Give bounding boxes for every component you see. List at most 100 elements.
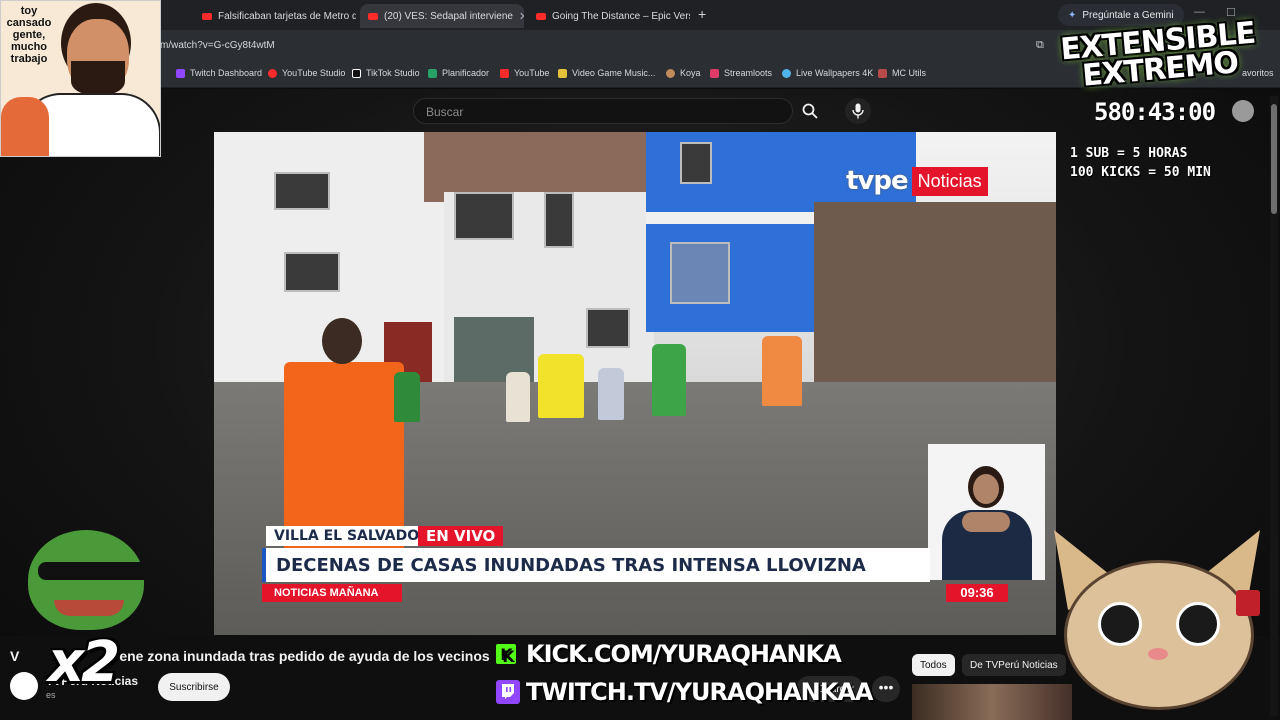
bookmark-item[interactable]: MC Utils <box>878 68 926 78</box>
streamloots-icon <box>710 68 719 78</box>
worker-head <box>322 318 362 364</box>
bookmark-label: Planificador <box>442 68 490 78</box>
subathon-rules: 1 SUB = 5 HORAS 100 KICKS = 50 MIN <box>1070 144 1211 182</box>
bookmark-label: Twitch Dashboard <box>190 68 263 78</box>
bookmark-item[interactable]: Planificador <box>428 68 489 78</box>
tab-label: Going The Distance – Epic Vers <box>552 10 690 22</box>
bookmark-label: YouTube <box>514 68 550 78</box>
bookmark-item[interactable]: Streamloots <box>710 68 772 78</box>
minimize-icon[interactable]: — <box>1194 6 1205 18</box>
gemini-icon: ✦ <box>1068 9 1077 21</box>
bookmark-item[interactable]: Video Game Music... <box>558 68 655 78</box>
twitch-icon <box>176 68 185 78</box>
youtube-icon <box>500 68 509 78</box>
recommended-video-thumbnail[interactable] <box>912 684 1072 720</box>
sign-language-interpreter <box>928 444 1045 580</box>
cat-nose <box>1148 648 1168 660</box>
bookmark-label: Video Game Music... <box>572 68 656 78</box>
browser-tab[interactable]: Going The Distance – Epic Vers ✕ <box>528 4 690 28</box>
youtube-icon <box>536 12 546 20</box>
cat-eye-left <box>1098 602 1142 646</box>
window <box>274 172 330 210</box>
close-icon[interactable]: ✕ <box>519 10 524 23</box>
news-headline: DECENAS DE CASAS INUNDADAS TRAS INTENSA … <box>262 548 930 582</box>
bookmark-label: YouTube Studio <box>282 68 346 78</box>
broadcast-clock: 09:36 <box>946 584 1008 602</box>
pepe-mouth <box>54 600 124 616</box>
twitch-url: TWITCH.TV/YURAQHANKAA <box>526 678 873 706</box>
url-text[interactable]: m/watch?v=G-cGy8t4wtM <box>160 40 275 51</box>
bookmark-label: MC Utils <box>892 68 926 78</box>
browser-tab-bar: Falsificaban tarjetas de Metro d ✕ (20) … <box>0 0 1280 30</box>
worker-orange-shirt <box>762 336 802 406</box>
bookmark-item[interactable]: YouTube Studio <box>268 68 345 78</box>
worker <box>598 368 624 420</box>
search-icon <box>802 103 818 119</box>
browser-tab-active[interactable]: (20) VES: Sedapal interviene ✕ <box>360 4 524 28</box>
worker-green-vest <box>652 344 686 416</box>
bookmark-label: Streamloots <box>724 68 773 78</box>
youtube-icon <box>368 12 378 20</box>
tvperu-logo: tvpe Noticias <box>846 166 988 196</box>
bookmark-item[interactable]: Koya <box>666 68 701 78</box>
youtube-icon <box>202 12 212 20</box>
cast-icon[interactable]: ⧉ <box>1036 39 1044 52</box>
rule-sub: 1 SUB = 5 HORAS <box>1070 146 1188 161</box>
notification-badge <box>1236 590 1260 616</box>
bookmark-label: Live Wallpapers 4K <box>796 68 874 78</box>
music-icon <box>558 68 567 78</box>
live-badge: EN VIVO <box>418 526 504 546</box>
cat-head <box>1064 560 1254 710</box>
screen: Falsificaban tarjetas de Metro d ✕ (20) … <box>0 0 1280 720</box>
webcam-overlay: toy cansado gente, mucho trabajo <box>0 0 161 157</box>
cat-mascot <box>1050 530 1264 720</box>
sunglasses-icon <box>38 562 156 580</box>
multiplier-badge: x2 <box>48 630 120 695</box>
voice-search-button[interactable] <box>845 98 871 124</box>
cat-eye-right <box>1176 602 1220 646</box>
scrollbar-thumb[interactable] <box>1271 104 1277 214</box>
search-input[interactable]: Buscar <box>413 98 793 124</box>
search-button[interactable] <box>793 98 827 124</box>
kick-link-overlay: K KICK.COM/YURAQHANKA <box>496 640 842 668</box>
subathon-timer: 580:43:00 <box>1094 98 1216 126</box>
rule-kicks: 100 KICKS = 50 MIN <box>1070 165 1211 180</box>
avatar-beard <box>71 61 125 95</box>
subscribe-label: Suscribirse <box>169 681 219 693</box>
window <box>586 308 630 348</box>
koya-icon <box>666 68 675 78</box>
chip-label: De TVPerú Noticias <box>970 659 1058 671</box>
browser-tab[interactable]: Falsificaban tarjetas de Metro d ✕ <box>194 4 356 28</box>
tvpe-logo-text: tvpe <box>846 166 909 196</box>
tab-label: (20) VES: Sedapal interviene <box>384 10 513 22</box>
tab-label: Falsificaban tarjetas de Metro d <box>218 10 356 22</box>
bookmark-item[interactable]: TikTok Studio <box>352 68 420 78</box>
planner-icon <box>428 68 437 78</box>
tiktok-icon <box>352 68 361 78</box>
video-player[interactable]: tvpe Noticias VILLA EL SALVADOR EN VIVO … <box>214 132 1056 635</box>
interpreter-hands <box>962 512 1010 532</box>
more-options-button[interactable]: ••• <box>872 676 900 702</box>
worker-yellow-jacket <box>538 354 584 418</box>
search-placeholder: Buscar <box>426 105 464 119</box>
video-title-end: ene zona inundada tras pedido de ayuda d… <box>119 648 490 664</box>
timer-icon <box>1232 100 1254 122</box>
chip-all[interactable]: Todos <box>912 654 955 676</box>
new-tab-button[interactable]: + <box>698 6 706 22</box>
window <box>454 192 514 240</box>
bookmark-item[interactable]: Live Wallpapers 4K <box>782 68 873 78</box>
window <box>544 192 574 248</box>
wallpaper-icon <box>782 68 791 78</box>
webcam-caption: toy cansado gente, mucho trabajo <box>6 5 52 65</box>
channel-avatar[interactable] <box>10 672 38 700</box>
bookmark-item[interactable]: Twitch Dashboard <box>176 68 262 78</box>
subscribe-button[interactable]: Suscribirse <box>158 673 230 701</box>
window <box>670 242 730 304</box>
twitch-icon <box>496 680 520 704</box>
bookmark-label: Koya <box>680 68 701 78</box>
window <box>680 142 712 184</box>
noticias-label: Noticias <box>911 166 988 196</box>
gemini-label: Pregúntale a Gemini <box>1082 9 1174 21</box>
program-name: NOTICIAS MAÑANA <box>262 584 402 602</box>
bookmark-item[interactable]: YouTube <box>500 68 549 78</box>
